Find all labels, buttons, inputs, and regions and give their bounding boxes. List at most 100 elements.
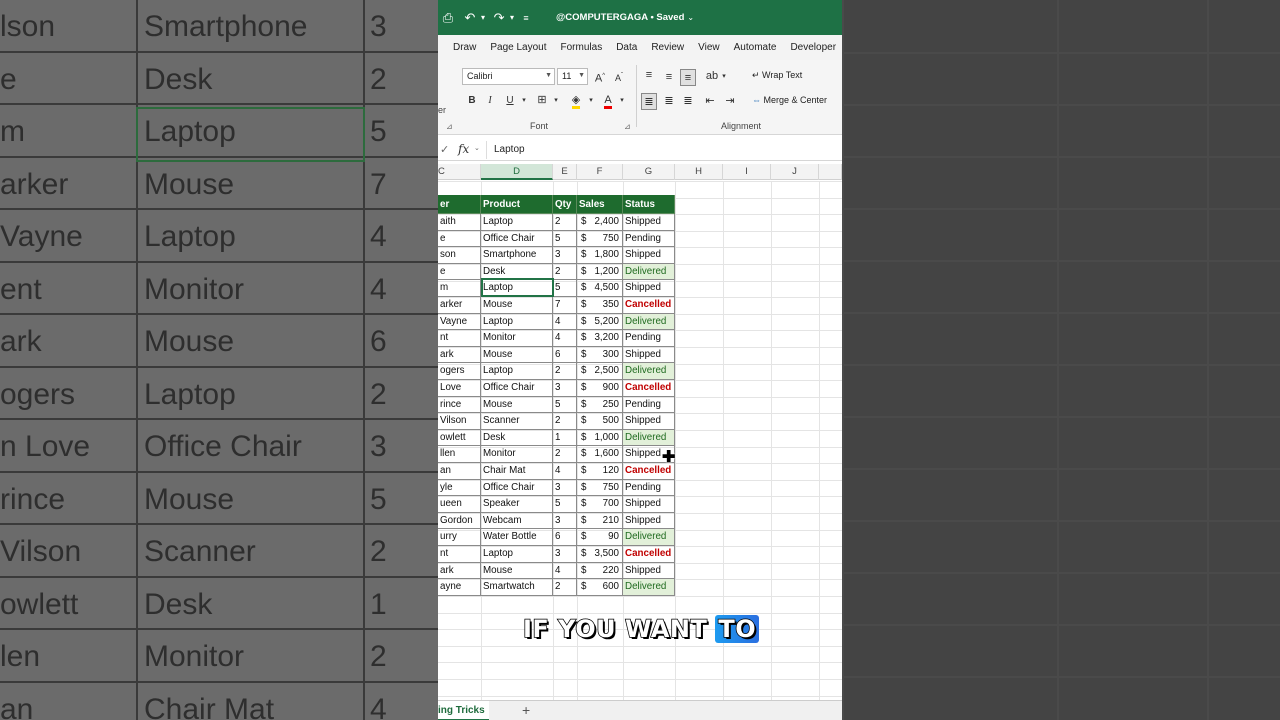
cell-qty[interactable]: 6	[553, 529, 577, 546]
ribbon-tab-data[interactable]: Data	[616, 42, 637, 53]
cell-product[interactable]: Scanner	[481, 413, 553, 430]
column-header-i[interactable]: I	[723, 164, 771, 180]
cell-qty[interactable]: 2	[553, 446, 577, 463]
enter-check-icon[interactable]: ✓	[440, 143, 449, 156]
align-middle-icon[interactable]: ≡	[661, 69, 677, 86]
cell-customer[interactable]: Gordon	[438, 512, 481, 530]
cell-sales[interactable]: $500	[577, 413, 623, 430]
table-header-qty[interactable]: Qty	[553, 195, 577, 214]
cell-status[interactable]: Shipped	[623, 512, 675, 530]
title-dropdown-icon[interactable]: ⌄	[687, 13, 694, 22]
cell-sales[interactable]: $300	[577, 346, 623, 364]
cell-sales[interactable]: $220	[577, 562, 623, 580]
cell-status[interactable]: Delivered	[623, 579, 675, 596]
cell-sales[interactable]: $120	[577, 463, 623, 480]
cell-qty[interactable]: 5	[553, 280, 577, 297]
cell-status[interactable]: Delivered	[623, 313, 675, 331]
cell-status[interactable]: Shipped	[623, 247, 675, 264]
cell-status[interactable]: Pending	[623, 396, 675, 414]
chevron-down-icon[interactable]: ▾	[716, 68, 732, 85]
chevron-down-icon[interactable]: ⌄	[474, 144, 480, 152]
cell-customer[interactable]: aith	[438, 214, 481, 231]
cell-sales[interactable]: $750	[577, 479, 623, 497]
cell-qty[interactable]: 2	[553, 214, 577, 231]
cell-product[interactable]: Mouse	[481, 562, 553, 580]
cell-status[interactable]: Delivered	[623, 363, 675, 380]
cell-customer[interactable]: e	[438, 263, 481, 281]
font-size-select[interactable]: 11 ▼	[557, 68, 588, 85]
cell-product[interactable]: Monitor	[481, 446, 553, 463]
cell-product[interactable]: Laptop	[481, 546, 553, 563]
cell-status[interactable]: Shipped	[623, 562, 675, 580]
align-center-icon[interactable]: ≣	[661, 93, 677, 110]
cell-customer[interactable]: ueen	[438, 496, 481, 513]
column-header-c[interactable]: C	[438, 164, 481, 180]
cell-qty[interactable]: 1	[553, 429, 577, 447]
cell-customer[interactable]: arker	[438, 297, 481, 314]
cell-product[interactable]: Webcam	[481, 512, 553, 530]
cell-qty[interactable]: 2	[553, 363, 577, 380]
cell-sales[interactable]: $2,400	[577, 214, 623, 231]
table-header-sales[interactable]: Sales	[577, 195, 623, 214]
cell-status[interactable]: Cancelled	[623, 546, 675, 563]
cell-qty[interactable]: 3	[553, 512, 577, 530]
cell-sales[interactable]: $1,800	[577, 247, 623, 264]
cell-qty[interactable]: 6	[553, 346, 577, 364]
cell-qty[interactable]: 3	[553, 479, 577, 497]
document-title[interactable]: @COMPUTERGAGA • Saved	[556, 12, 684, 23]
cell-sales[interactable]: $250	[577, 396, 623, 414]
cell-customer[interactable]: ark	[438, 562, 481, 580]
cell-status[interactable]: Pending	[623, 479, 675, 497]
cell-customer[interactable]: ogers	[438, 363, 481, 380]
cell-status[interactable]: Shipped	[623, 413, 675, 430]
cell-sales[interactable]: $750	[577, 230, 623, 248]
cell-product[interactable]: Mouse	[481, 297, 553, 314]
cell-product[interactable]: Water Bottle	[481, 529, 553, 546]
merge-center-button[interactable]: ⇔ Merge & Center	[752, 95, 827, 105]
cell-product[interactable]: Desk	[481, 429, 553, 447]
cell-sales[interactable]: $3,500	[577, 546, 623, 563]
cell-customer[interactable]: Vayne	[438, 313, 481, 331]
cell-product[interactable]: Speaker	[481, 496, 553, 513]
redo-dropdown-icon[interactable]: ▾	[510, 13, 514, 22]
cell-product[interactable]: Mouse	[481, 396, 553, 414]
cell-status[interactable]: Cancelled	[623, 380, 675, 397]
cell-status[interactable]: Delivered	[623, 263, 675, 281]
cell-qty[interactable]: 3	[553, 546, 577, 563]
align-top-icon[interactable]: ≡	[641, 67, 657, 84]
cell-customer[interactable]: m	[438, 280, 481, 297]
ribbon-tab-page-layout[interactable]: Page Layout	[490, 42, 546, 53]
column-header-d[interactable]: D	[481, 164, 553, 180]
increase-indent-icon[interactable]: ⇥	[722, 93, 738, 110]
redo-icon[interactable]: ↷	[491, 10, 507, 26]
cell-sales[interactable]: $350	[577, 297, 623, 314]
cell-product[interactable]: Smartphone	[481, 247, 553, 264]
cell-status[interactable]: Shipped	[623, 214, 675, 231]
dialog-launcher-icon[interactable]: ⊿	[446, 122, 453, 131]
font-name-select[interactable]: Calibri ▼	[462, 68, 555, 85]
cell-qty[interactable]: 4	[553, 562, 577, 580]
cell-status[interactable]: Cancelled	[623, 297, 675, 314]
ribbon-tab-developer[interactable]: Developer	[790, 42, 836, 53]
ribbon-tab-automate[interactable]: Automate	[734, 42, 777, 53]
cell-status[interactable]: Pending	[623, 330, 675, 347]
cell-customer[interactable]: son	[438, 247, 481, 264]
wrap-text-button[interactable]: ↵ Wrap Text	[752, 70, 802, 81]
column-header-g[interactable]: G	[623, 164, 675, 180]
cell-status[interactable]: Shipped	[623, 496, 675, 513]
cell-product[interactable]: Laptop	[481, 214, 553, 231]
cell-sales[interactable]: $900	[577, 380, 623, 397]
cell-product[interactable]: Desk	[481, 263, 553, 281]
cell-qty[interactable]: 5	[553, 396, 577, 414]
cell-customer[interactable]: urry	[438, 529, 481, 546]
ribbon-tab-formulas[interactable]: Formulas	[561, 42, 603, 53]
cell-status[interactable]: Shipped	[623, 346, 675, 364]
cell-status[interactable]: Shipped	[623, 280, 675, 297]
column-header-e[interactable]: E	[553, 164, 577, 180]
cell-qty[interactable]: 4	[553, 463, 577, 480]
table-header-status[interactable]: Status	[623, 195, 675, 214]
formula-input[interactable]: Laptop	[486, 141, 842, 159]
column-header-j[interactable]: J	[771, 164, 819, 180]
save-icon[interactable]: ⎙	[440, 10, 456, 26]
cell-sales[interactable]: $3,200	[577, 330, 623, 347]
